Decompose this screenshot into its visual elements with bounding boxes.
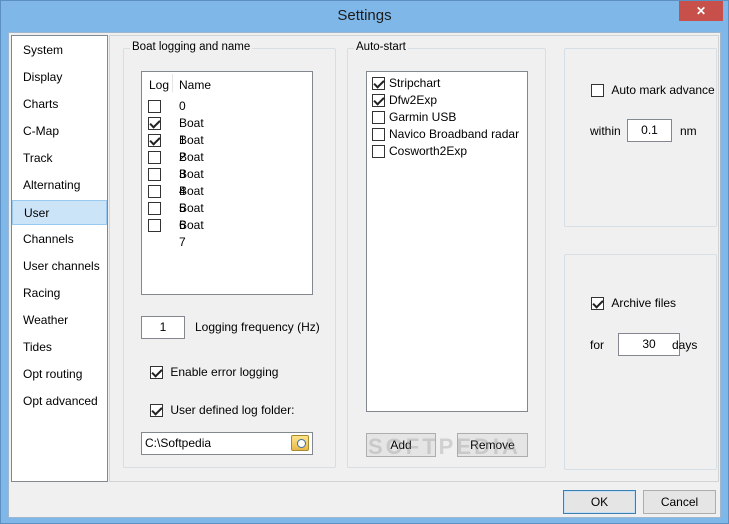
auto-mark-row[interactable]: Auto mark advance — [591, 82, 715, 99]
boat-row[interactable]: Boat 3 — [148, 149, 204, 181]
auto-start-group: Auto-start Stripchart Dfw2Exp Garmin USB Na… — [347, 41, 546, 468]
log-column-header[interactable]: Log — [149, 78, 169, 92]
auto-mark-label: Auto mark advance — [611, 83, 715, 97]
nav-item-channels[interactable]: Channels — [12, 227, 107, 252]
archive-group: Archive files for 30 days — [564, 254, 717, 470]
auto-start-checkbox[interactable] — [372, 145, 385, 159]
nav-item-weather[interactable]: Weather — [12, 308, 107, 333]
enable-error-logging-label: Enable error logging — [170, 365, 279, 379]
nav-item-opt-advanced[interactable]: Opt advanced — [12, 389, 107, 414]
name-column-header[interactable]: Name — [179, 78, 211, 92]
boat-row[interactable]: Boat 1 — [148, 115, 204, 147]
boat-logging-group: Boat logging and name Log Name 0 Boat 1 Bo… — [123, 41, 336, 468]
within-unit-label: nm — [680, 124, 697, 138]
enable-error-logging-row[interactable]: Enable error logging — [150, 364, 278, 381]
settings-window: Settings ✕ System Display Charts C-Map Track… — [0, 0, 729, 524]
user-log-folder-label: User defined log folder: — [170, 403, 295, 417]
archive-days-input[interactable]: 30 — [618, 333, 680, 356]
auto-start-checkbox[interactable] — [372, 128, 385, 142]
auto-start-item[interactable]: Dfw2Exp — [372, 92, 437, 109]
within-label: within — [590, 124, 621, 138]
user-log-folder-checkbox[interactable] — [150, 404, 163, 418]
nav-item-c-map[interactable]: C-Map — [12, 119, 107, 144]
nav-item-user[interactable]: User — [12, 200, 107, 225]
within-input[interactable]: 0.1 — [627, 119, 672, 142]
boat-row[interactable]: Boat 2 — [148, 132, 204, 164]
auto-start-list[interactable]: Stripchart Dfw2Exp Garmin USB Navico Broadb… — [366, 71, 528, 412]
logging-frequency-label: Logging frequency (Hz) — [195, 320, 320, 334]
nav-item-user-channels[interactable]: User channels — [12, 254, 107, 279]
auto-start-checkbox[interactable] — [372, 111, 385, 125]
auto-start-checkbox[interactable] — [372, 94, 385, 108]
enable-error-logging-checkbox[interactable] — [150, 366, 163, 380]
auto-mark-group: Auto mark advance within 0.1 nm — [564, 48, 717, 227]
logging-frequency-input[interactable]: 1 — [141, 316, 185, 339]
for-label: for — [590, 338, 605, 352]
nav-item-track[interactable]: Track — [12, 146, 107, 171]
boat-log-checkbox[interactable] — [148, 185, 161, 199]
auto-start-item[interactable]: Stripchart — [372, 75, 440, 92]
auto-start-label: Stripchart — [389, 76, 441, 90]
auto-start-item[interactable]: Cosworth2Exp — [372, 143, 467, 160]
archive-files-row[interactable]: Archive files — [591, 295, 676, 312]
auto-start-item[interactable]: Garmin USB — [372, 109, 456, 126]
nav-item-charts[interactable]: Charts — [12, 92, 107, 117]
boat-name: 0 — [179, 99, 186, 113]
archive-files-checkbox[interactable] — [591, 297, 604, 311]
log-folder-value: C:\Softpedia — [145, 436, 212, 450]
nav-item-display[interactable]: Display — [12, 65, 107, 90]
client-area: System Display Charts C-Map Track Alternating… — [8, 32, 721, 518]
boat-row[interactable]: Boat 7 — [148, 217, 204, 249]
boat-row[interactable]: Boat 4 — [148, 166, 204, 198]
auto-start-title: Auto-start — [354, 41, 408, 53]
nav-item-racing[interactable]: Racing — [12, 281, 107, 306]
boat-list[interactable]: Log Name 0 Boat 1 Boat 2 Boat 3 Boat 4 Boat 5… — [141, 71, 313, 295]
window-title: Settings — [337, 7, 392, 24]
auto-start-label: Navico Broadband radar — [389, 127, 520, 141]
nav-item-alternating[interactable]: Alternating — [12, 173, 107, 198]
log-folder-input[interactable]: C:\Softpedia — [141, 432, 313, 455]
boat-row[interactable]: Boat 6 — [148, 200, 204, 232]
boat-logging-title: Boat logging and name — [130, 41, 253, 53]
browse-folder-icon[interactable] — [291, 435, 309, 451]
auto-start-item[interactable]: Navico Broadband radar — [372, 126, 519, 143]
auto-start-checkbox[interactable] — [372, 77, 385, 91]
title-bar[interactable]: Settings ✕ — [1, 1, 728, 32]
boat-log-checkbox[interactable] — [148, 168, 161, 182]
boat-log-checkbox[interactable] — [148, 117, 161, 131]
cancel-button[interactable]: Cancel — [643, 490, 716, 514]
days-label: days — [672, 338, 698, 352]
settings-panel: Boat logging and name Log Name 0 Boat 1 Bo… — [109, 35, 719, 482]
close-button[interactable]: ✕ — [679, 1, 723, 21]
boat-log-checkbox[interactable] — [148, 100, 161, 114]
nav-item-tides[interactable]: Tides — [12, 335, 107, 360]
archive-files-label: Archive files — [611, 296, 677, 310]
nav-item-system[interactable]: System — [12, 38, 107, 63]
boat-log-checkbox[interactable] — [148, 202, 161, 216]
boat-log-checkbox[interactable] — [148, 134, 161, 148]
boat-name: Boat 7 — [179, 218, 204, 249]
boat-log-checkbox[interactable] — [148, 219, 161, 233]
boat-row[interactable]: 0 — [148, 98, 186, 115]
auto-start-label: Dfw2Exp — [389, 93, 438, 107]
column-divider — [172, 74, 173, 92]
auto-mark-checkbox[interactable] — [591, 84, 604, 98]
boat-log-checkbox[interactable] — [148, 151, 161, 165]
auto-start-label: Garmin USB — [389, 110, 457, 124]
auto-start-label: Cosworth2Exp — [389, 144, 468, 158]
category-list[interactable]: System Display Charts C-Map Track Alternating… — [11, 35, 108, 482]
user-log-folder-row[interactable]: User defined log folder: — [150, 402, 294, 419]
ok-button[interactable]: OK — [563, 490, 636, 514]
watermark: SOFTPEDIA — [368, 434, 521, 459]
nav-item-opt-routing[interactable]: Opt routing — [12, 362, 107, 387]
boat-row[interactable]: Boat 5 — [148, 183, 204, 215]
